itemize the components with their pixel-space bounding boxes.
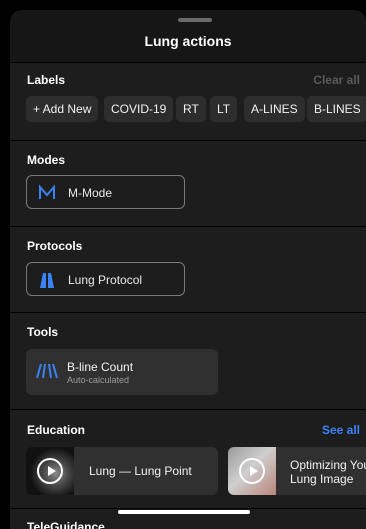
video-thumbnail [26,447,74,495]
chip-rt[interactable]: RT [176,96,206,122]
sheet-grabber[interactable] [178,18,212,22]
b-line-count-title: B-line Count [67,360,134,374]
see-all-button[interactable]: See all [322,423,360,437]
education-title: Education [27,423,86,437]
protocols-title: Protocols [27,239,83,253]
video-thumbnail [228,447,276,495]
m-mode-label: M-Mode [68,186,113,200]
teleguidance-title: TeleGuidance [27,520,105,529]
home-indicator[interactable] [118,510,250,514]
lung-actions-sheet: Lung actions Labels Clear all + Add New … [10,10,366,529]
education-card-label-line2: Lung Image [290,472,354,486]
chip-covid-19[interactable]: COVID-19 [104,96,174,122]
play-icon [37,458,63,484]
play-icon [239,458,265,484]
lung-protocol-button[interactable]: Lung Protocol [26,262,185,296]
education-card-label-line1: Optimizing You [290,458,366,472]
lung-icon [40,273,54,288]
b-line-count-button[interactable]: B-line Count Auto-calculated [26,349,218,395]
modes-title: Modes [27,153,66,167]
chip-add-new[interactable]: + Add New [26,96,99,122]
clear-all-button[interactable]: Clear all [313,73,360,87]
chip-a-lines[interactable]: A-LINES [244,96,305,122]
chip-lt[interactable]: LT [210,96,238,122]
chip-b-lines[interactable]: B-LINES [307,96,366,122]
b-line-count-subtitle: Auto-calculated [67,375,130,385]
education-card-lung-point[interactable]: Lung — Lung Point [26,447,218,495]
b-line-icon [36,363,58,379]
sheet-title: Lung actions [144,33,232,49]
m-mode-icon [39,184,55,199]
tools-title: Tools [27,325,59,339]
lung-protocol-label: Lung Protocol [68,273,143,287]
education-card-label: Lung — Lung Point [89,464,192,478]
m-mode-button[interactable]: M-Mode [26,175,185,209]
education-card-optimizing[interactable]: Optimizing You Lung Image [228,447,366,495]
labels-title: Labels [27,73,66,87]
